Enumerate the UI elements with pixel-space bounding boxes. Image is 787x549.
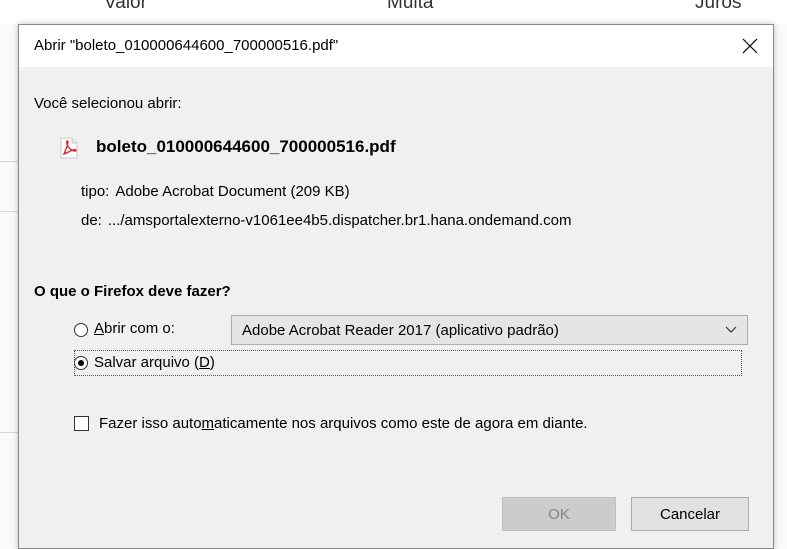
column-header-valor: Valor bbox=[104, 0, 147, 13]
open-file-dialog: Abrir "boleto_010000644600_700000516.pdf… bbox=[18, 24, 774, 549]
dialog-title: Abrir "boleto_010000644600_700000516.pdf… bbox=[34, 37, 339, 54]
pdf-file-icon bbox=[60, 137, 78, 159]
background-divider bbox=[0, 432, 18, 433]
background-left-strip bbox=[0, 24, 18, 549]
open-with-radio[interactable] bbox=[74, 323, 88, 337]
background-divider bbox=[0, 211, 18, 212]
column-header-juros: Juros bbox=[695, 0, 742, 13]
close-button[interactable] bbox=[727, 25, 773, 67]
close-icon bbox=[742, 38, 758, 54]
action-question: O que o Firefox deve fazer? bbox=[34, 283, 231, 300]
application-select-value: Adobe Acrobat Reader 2017 (aplicativo pa… bbox=[242, 322, 559, 339]
file-source-value: .../amsportalexterno-v1061ee4b5.dispatch… bbox=[107, 212, 572, 229]
auto-action-label-text: Fazer isso auto bbox=[99, 415, 202, 432]
open-with-label-text: brir com o: bbox=[104, 320, 175, 337]
auto-action-checkbox[interactable] bbox=[74, 416, 89, 431]
background-table-header: Valor Multa Juros bbox=[0, 0, 787, 24]
file-name: boleto_010000644600_700000516.pdf bbox=[96, 137, 396, 156]
ok-button[interactable]: OK bbox=[502, 497, 616, 531]
intro-label: Você selecionou abrir: bbox=[34, 95, 182, 112]
file-type-value: Adobe Acrobat Document (209 KB) bbox=[115, 183, 350, 200]
chevron-down-icon bbox=[725, 326, 737, 333]
save-file-label[interactable]: Salvar arquivo (D) bbox=[94, 354, 215, 371]
auto-action-accesskey: m bbox=[201, 415, 215, 432]
page: Valor Multa Juros Abrir "boleto_01000064… bbox=[0, 0, 787, 549]
file-source-row: de: .../amsportalexterno-v1061ee4b5.dispa… bbox=[81, 212, 572, 229]
dialog-titlebar: Abrir "boleto_010000644600_700000516.pdf… bbox=[19, 25, 773, 67]
save-file-label-end: ) bbox=[209, 354, 215, 371]
open-with-accesskey: A bbox=[94, 320, 105, 337]
auto-action-label-end: aticamente nos arquivos como este de ago… bbox=[214, 415, 588, 432]
column-header-multa: Multa bbox=[387, 0, 434, 13]
open-with-label[interactable]: Abrir com o: bbox=[94, 320, 175, 337]
file-type-key: tipo: bbox=[81, 183, 110, 200]
cancel-button[interactable]: Cancelar bbox=[631, 497, 749, 531]
file-type-row: tipo: Adobe Acrobat Document (209 KB) bbox=[81, 183, 350, 200]
save-file-accesskey: D bbox=[199, 354, 210, 371]
file-source-key: de: bbox=[81, 212, 102, 229]
auto-action-label[interactable]: Fazer isso automaticamente nos arquivos … bbox=[99, 415, 588, 432]
save-file-label-text: Salvar arquivo ( bbox=[94, 354, 200, 371]
background-divider bbox=[0, 161, 18, 162]
background-right-strip bbox=[775, 24, 787, 549]
application-select[interactable]: Adobe Acrobat Reader 2017 (aplicativo pa… bbox=[231, 315, 748, 345]
